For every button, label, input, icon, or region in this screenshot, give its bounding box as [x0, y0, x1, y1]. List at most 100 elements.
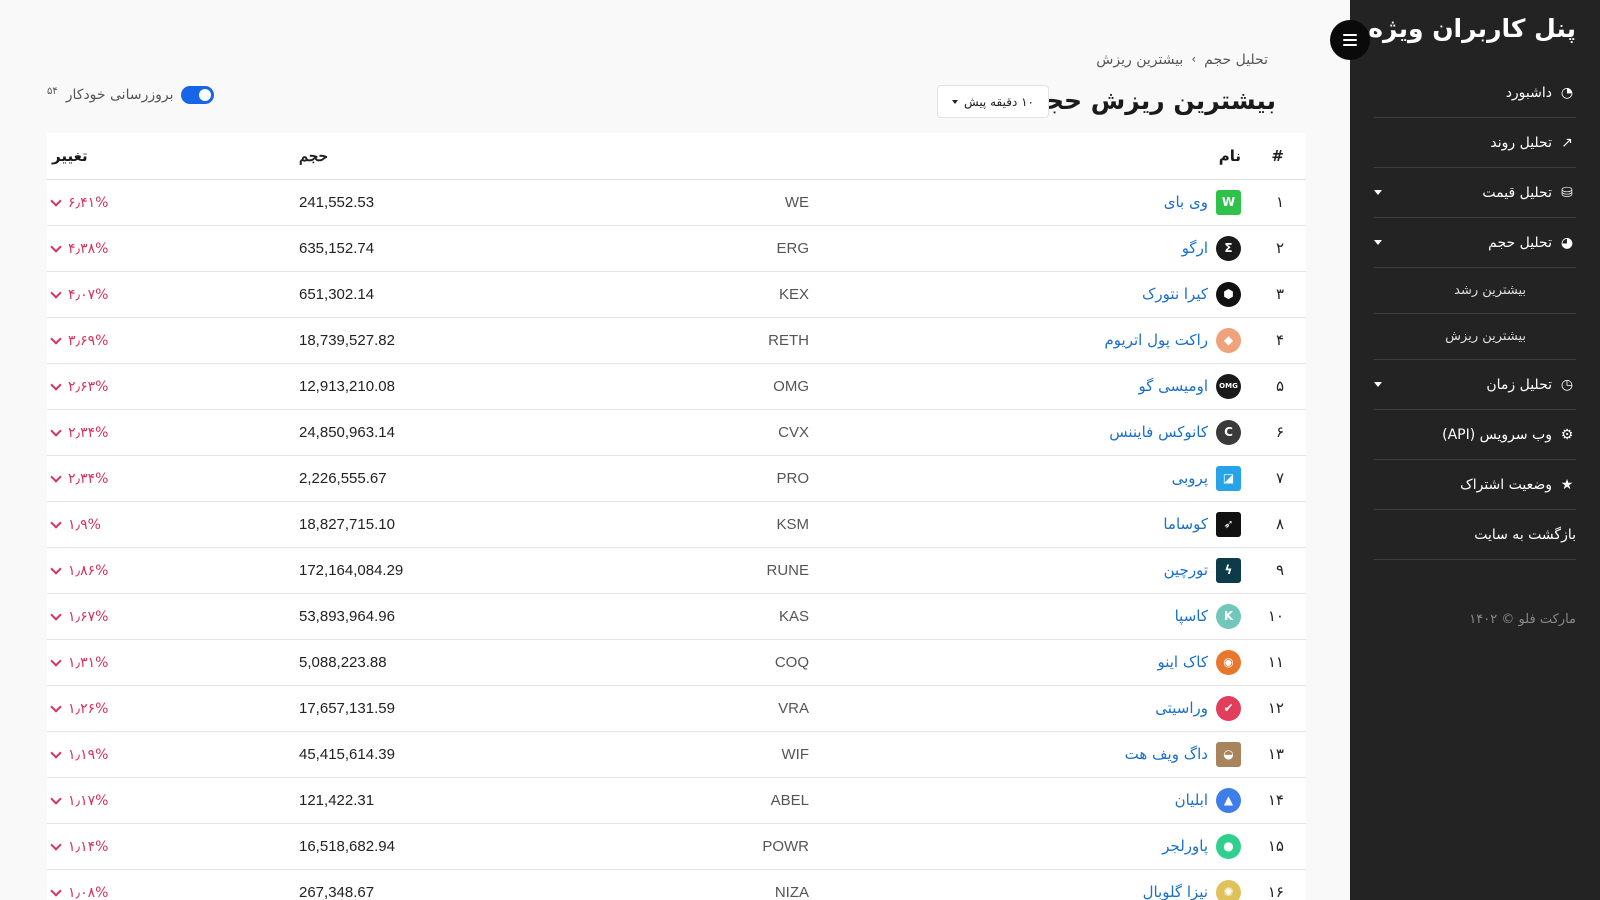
- caret-down-icon: [1374, 382, 1382, 387]
- auto-update-toggle[interactable]: [181, 86, 215, 104]
- sidebar-subitem[interactable]: بیشترین رشد: [1374, 268, 1576, 314]
- row-index: ۴: [1241, 317, 1306, 364]
- row-index: ۶: [1241, 409, 1306, 456]
- rune-coin-icon: ϟ: [1216, 557, 1241, 583]
- arrow-down-icon: [50, 562, 62, 575]
- row-volume: 18,827,715.10: [299, 501, 621, 548]
- omg-coin-icon: OMG: [1216, 373, 1241, 399]
- row-volume: 5,088,223.88: [299, 639, 621, 686]
- coin-name-link[interactable]: کیرا نتورک: [1142, 285, 1208, 303]
- toggle-knob: [199, 89, 212, 101]
- coin-name-link[interactable]: کوساما: [1163, 515, 1208, 533]
- table-row[interactable]: ۳ ⬢ کیرا نتورک KEX 651,302.14 ۴٫۰۷%: [47, 271, 1306, 318]
- coin-name-link[interactable]: داگ ویف هت: [1125, 745, 1208, 763]
- sidebar-item[interactable]: بازگشت به سایت: [1374, 510, 1576, 560]
- hamburger-icon: [1343, 34, 1357, 46]
- table-row[interactable]: ۱۰ K کاسپا KAS 53,893,964.96 ۱٫۶۷%: [47, 593, 1306, 640]
- sidebar-item[interactable]: ⚙ وب سرویس (API): [1374, 410, 1576, 460]
- sidebar-subitem[interactable]: بیشترین ریزش: [1374, 314, 1576, 360]
- coin-name-link[interactable]: ابلیان: [1175, 791, 1208, 809]
- row-change-cell: ۱٫۳۱%: [47, 639, 299, 686]
- table-row[interactable]: ۱۱ ◉ کاک اینو COQ 5,088,223.88 ۱٫۳۱%: [47, 639, 1306, 686]
- table-row[interactable]: ۴ ◆ راکت پول اتریوم RETH 18,739,527.82 ۳٫۶۹%: [47, 317, 1306, 364]
- row-symbol: KEX: [621, 271, 821, 318]
- coin-name-link[interactable]: ارگو: [1182, 239, 1208, 257]
- row-symbol: KSM: [621, 501, 821, 548]
- ksm-coin-icon: ➶: [1216, 511, 1241, 537]
- row-symbol: POWR: [621, 823, 821, 870]
- auto-update-counter: ۵۴: [47, 86, 58, 97]
- table-row[interactable]: ۱۵ ● پاورلجر POWR 16,518,682.94 ۱٫۱۴%: [47, 823, 1306, 870]
- time-range-dropdown[interactable]: ۱۰ دقیقه پیش: [937, 85, 1049, 118]
- row-index: ۱۰: [1241, 593, 1306, 640]
- row-volume: 172,164,084.29: [299, 547, 621, 594]
- table-row[interactable]: ۷ ◪ پروبی PRO 2,226,555.67 ۲٫۳۴%: [47, 455, 1306, 502]
- coin-name-link[interactable]: کانوکس فایننس: [1109, 423, 1208, 441]
- table-row[interactable]: ۸ ➶ کوساما KSM 18,827,715.10 ۱٫۹%: [47, 501, 1306, 548]
- coin-name-link[interactable]: راکت پول اتریوم: [1105, 331, 1208, 349]
- row-change: ۱٫۲۶%: [68, 701, 109, 717]
- row-name-cell: W وی بای: [821, 179, 1241, 226]
- menu-toggle-button[interactable]: [1330, 20, 1370, 60]
- row-change: ۱٫۶۷%: [68, 609, 109, 625]
- row-change-cell: ۱٫۲۶%: [47, 685, 299, 732]
- powr-coin-icon: ●: [1216, 833, 1241, 859]
- coin-name-link[interactable]: اومیسی گو: [1138, 377, 1208, 395]
- sidebar-item[interactable]: ★ وضعیت اشتراک: [1374, 460, 1576, 510]
- volume-table-container: # نام حجم تغییر ۱ W وی بای WE 241,552.53 ۶٫۴۱…: [47, 133, 1306, 900]
- coin-name-link[interactable]: پاورلجر: [1162, 837, 1208, 855]
- row-index: ۱۵: [1241, 823, 1306, 870]
- erg-coin-icon: Σ: [1216, 235, 1241, 261]
- arrow-down-icon: [50, 838, 62, 851]
- caret-down-icon: [952, 99, 959, 104]
- header-index: #: [1241, 133, 1306, 180]
- row-symbol: ABEL: [621, 777, 821, 824]
- row-symbol: VRA: [621, 685, 821, 732]
- coin-name-link[interactable]: پروبی: [1172, 469, 1208, 487]
- row-change-cell: ۱٫۱۷%: [47, 777, 299, 824]
- breadcrumb-parent-link[interactable]: تحلیل حجم: [1204, 52, 1268, 68]
- sidebar-item[interactable]: ◷ تحلیل زمان: [1374, 360, 1576, 410]
- table-row[interactable]: ۶ C کانوکس فایننس CVX 24,850,963.14 ۲٫۳۴%: [47, 409, 1306, 456]
- table-row[interactable]: ۱۲ ✔ وراسیتی VRA 17,657,131.59 ۱٫۲۶%: [47, 685, 1306, 732]
- row-symbol: RUNE: [621, 547, 821, 594]
- arrow-down-icon: [50, 332, 62, 345]
- row-change-cell: ۶٫۴۱%: [47, 179, 299, 226]
- coin-name-link[interactable]: وراسیتی: [1155, 699, 1208, 717]
- sidebar-item[interactable]: ⛁ تحلیل قیمت: [1374, 168, 1576, 218]
- header-volume[interactable]: حجم: [299, 133, 621, 180]
- row-symbol: WIF: [621, 731, 821, 778]
- coin-name-link[interactable]: وی بای: [1164, 193, 1208, 211]
- sidebar-item[interactable]: ◕ تحلیل حجم: [1374, 218, 1576, 268]
- row-change: ۱٫۱۹%: [68, 747, 109, 763]
- row-index: ۷: [1241, 455, 1306, 502]
- row-change: ۴٫۰۷%: [68, 287, 109, 303]
- sidebar-footer: مارکت فلو © ۱۴۰۲: [1469, 612, 1576, 627]
- table-row[interactable]: ۱ W وی بای WE 241,552.53 ۶٫۴۱%: [47, 179, 1306, 226]
- row-name-cell: ϟ تورچین: [821, 547, 1241, 594]
- sidebar-item[interactable]: ◔ داشبورد: [1374, 68, 1576, 118]
- row-index: ۸: [1241, 501, 1306, 548]
- sidebar-item[interactable]: ↗ تحلیل روند: [1374, 118, 1576, 168]
- sidebar-item-label: بازگشت به سایت: [1474, 526, 1576, 543]
- coin-name-link[interactable]: نیزا گلوبال: [1143, 883, 1208, 900]
- arrow-down-icon: [50, 792, 62, 805]
- header-change[interactable]: تغییر: [47, 133, 299, 180]
- table-row[interactable]: ۵ OMG اومیسی گو OMG 12,913,210.08 ۲٫۶۳%: [47, 363, 1306, 410]
- table-row[interactable]: ۱۴ ▲ ابلیان ABEL 121,422.31 ۱٫۱۷%: [47, 777, 1306, 824]
- arrow-down-icon: [50, 424, 62, 437]
- wif-coin-icon: ◒: [1216, 741, 1241, 767]
- table-header-row: # نام حجم تغییر: [47, 133, 1306, 180]
- table-row[interactable]: ۱۶ ✺ نیزا گلوبال NIZA 267,348.67 ۱٫۰۸%: [47, 869, 1306, 900]
- table-row[interactable]: ۹ ϟ تورچین RUNE 172,164,084.29 ۱٫۸۶%: [47, 547, 1306, 594]
- coins-icon: ⛁: [1561, 184, 1573, 201]
- sidebar-item-label: تحلیل قیمت: [1482, 184, 1552, 201]
- row-volume: 18,739,527.82: [299, 317, 621, 364]
- table-row[interactable]: ۲ Σ ارگو ERG 635,152.74 ۴٫۳۸%: [47, 225, 1306, 272]
- row-change: ۱٫۳۱%: [68, 655, 109, 671]
- header-name[interactable]: نام: [821, 133, 1241, 180]
- coin-name-link[interactable]: کاسپا: [1175, 607, 1208, 625]
- table-row[interactable]: ۱۳ ◒ داگ ویف هت WIF 45,415,614.39 ۱٫۱۹%: [47, 731, 1306, 778]
- coin-name-link[interactable]: تورچین: [1164, 561, 1208, 579]
- coin-name-link[interactable]: کاک اینو: [1157, 653, 1208, 671]
